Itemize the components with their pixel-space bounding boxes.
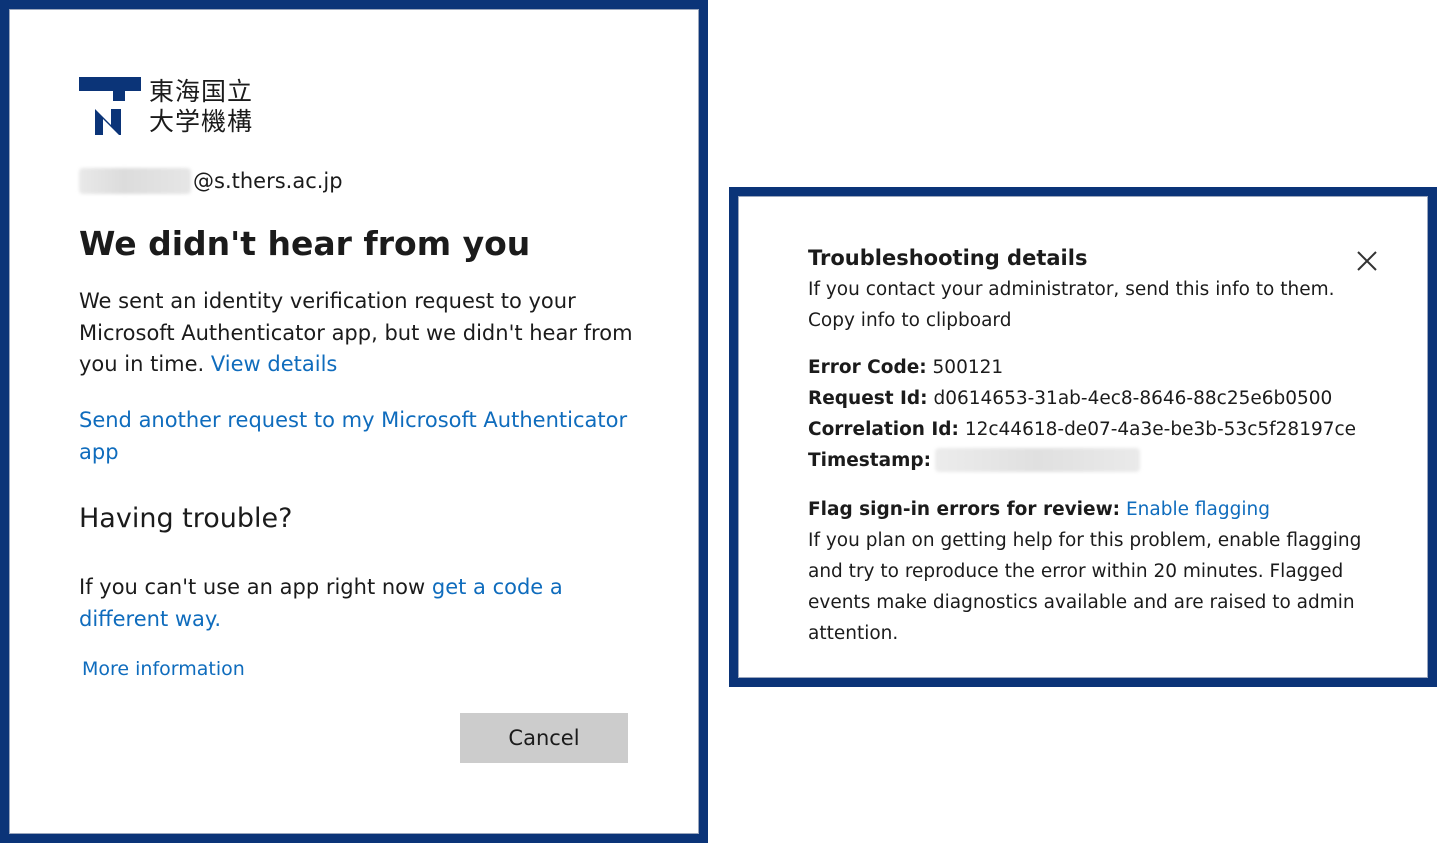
close-button[interactable] xyxy=(1352,246,1382,276)
alternate-method-text: If you can't use an app right now xyxy=(79,575,426,599)
request-id-label: Request Id: xyxy=(808,388,928,409)
account-domain: @s.thers.ac.jp xyxy=(193,169,343,193)
close-icon xyxy=(1357,251,1377,271)
request-id-row: Request Id: d0614653-31ab-4ec8-8646-88c2… xyxy=(808,383,1332,414)
more-information-link[interactable]: More information xyxy=(82,655,245,683)
organization-name: 東海国立 大学機構 xyxy=(149,77,269,137)
page-title: We didn't hear from you xyxy=(79,224,531,263)
correlation-id-row: Correlation Id: 12c44618-de07-4a3e-be3b-… xyxy=(808,414,1356,445)
request-id-value: d0614653-31ab-4ec8-8646-88c25e6b0500 xyxy=(933,388,1333,409)
enable-flagging-link[interactable]: Enable flagging xyxy=(1126,499,1270,520)
troubleshooting-panel: Troubleshooting details If you contact y… xyxy=(729,187,1437,687)
timestamp-row: Timestamp: xyxy=(808,445,1141,476)
organization-logo: 東海国立 大学機構 xyxy=(79,77,269,141)
correlation-id-value: 12c44618-de07-4a3e-be3b-53c5f28197ce xyxy=(964,419,1357,440)
flag-description: If you plan on getting help for this pro… xyxy=(808,530,1362,644)
timestamp-label: Timestamp: xyxy=(808,450,932,471)
correlation-id-label: Correlation Id: xyxy=(808,419,959,440)
redacted-timestamp xyxy=(935,448,1141,472)
flag-row: Flag sign-in errors for review: Enable f… xyxy=(808,494,1270,525)
flag-label: Flag sign-in errors for review: xyxy=(808,499,1121,520)
redacted-username xyxy=(79,168,191,194)
error-code-label: Error Code: xyxy=(808,357,927,378)
view-details-link[interactable]: View details xyxy=(211,352,337,376)
logo-line-1: 東海国立 xyxy=(149,77,254,106)
verification-message: We sent an identity verification request… xyxy=(79,286,649,381)
tokai-logo-icon xyxy=(79,77,141,135)
alternate-method-message: If you can't use an app right now get a … xyxy=(79,572,599,635)
send-another-request-link[interactable]: Send another request to my Microsoft Aut… xyxy=(79,405,649,468)
logo-line-2: 大学機構 xyxy=(149,107,254,136)
sign-in-dialog: 東海国立 大学機構 @s.thers.ac.jp We didn't hear … xyxy=(0,0,708,843)
troubleshooting-subtitle: If you contact your administrator, send … xyxy=(808,279,1335,300)
copy-info-link[interactable]: Copy info to clipboard xyxy=(808,305,1011,336)
account-identifier: @s.thers.ac.jp xyxy=(79,167,343,195)
error-code-row: Error Code: 500121 xyxy=(808,352,1003,383)
error-code-value: 500121 xyxy=(932,357,1004,378)
having-trouble-heading: Having trouble? xyxy=(79,503,293,534)
verification-message-text: We sent an identity verification request… xyxy=(79,289,633,376)
troubleshooting-title: Troubleshooting details xyxy=(808,246,1088,270)
cancel-button[interactable]: Cancel xyxy=(460,713,628,763)
